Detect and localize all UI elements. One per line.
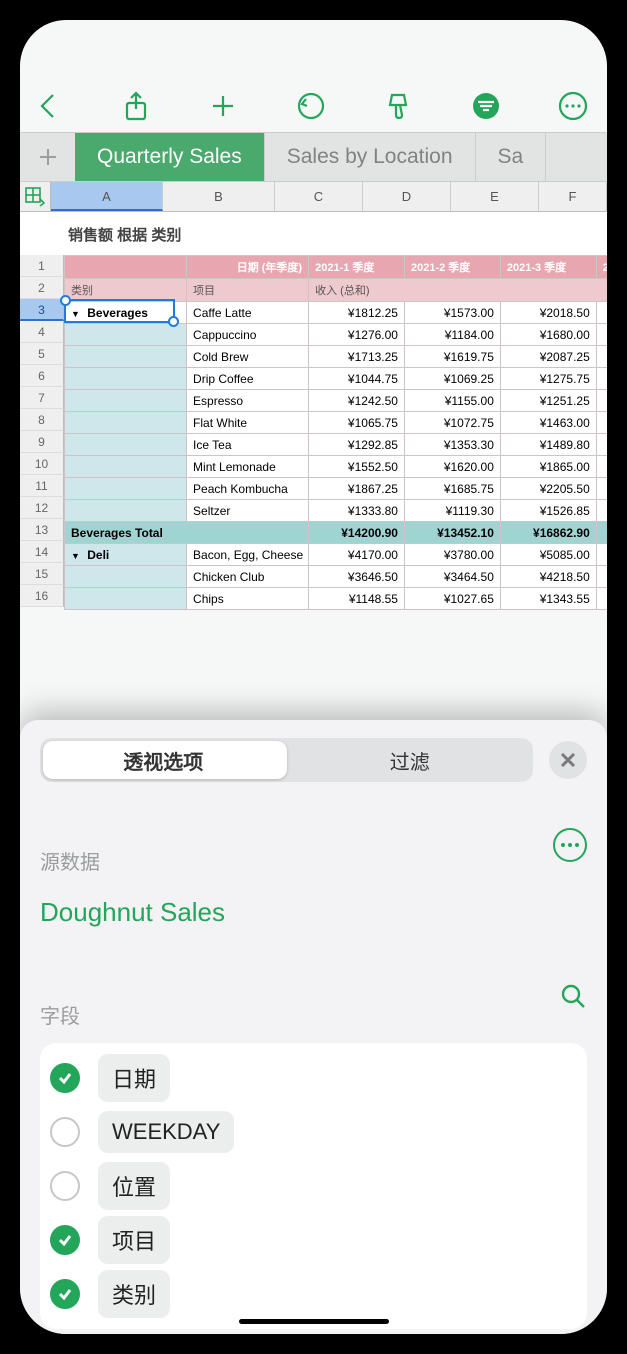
share-icon[interactable]: [114, 84, 158, 128]
seg-filter[interactable]: 过滤: [287, 738, 534, 782]
format-brush-icon[interactable]: [376, 84, 420, 128]
tab-quarterly-sales[interactable]: Quarterly Sales: [75, 133, 265, 181]
add-icon[interactable]: [201, 84, 245, 128]
toolbar: [20, 80, 607, 132]
home-indicator: [239, 1319, 389, 1324]
table-row[interactable]: Cappuccino¥1276.00¥1184.00¥1680.00¥180: [65, 324, 608, 346]
table-row[interactable]: ▼ BeveragesCaffe Latte¥1812.25¥1573.00¥2…: [65, 302, 608, 324]
fields-list: 日期 WEEKDAY 位置项目类别: [40, 1043, 587, 1329]
pivot-header-row-1: 日期 (年季度) 2021-1 季度 2021-2 季度 2021-3 季度 2…: [65, 256, 608, 279]
pivot-header-row-2: 类别 项目 收入 (总和): [65, 279, 608, 302]
sheet-tabs: Quarterly Sales Sales by Location Sa: [20, 132, 607, 182]
segmented-control[interactable]: 透视选项 过滤: [40, 738, 533, 782]
pivot-options-panel: 透视选项 过滤 源数据 Doughnut Sales 字段: [20, 720, 607, 1334]
table-total-row[interactable]: Beverages Total¥14200.90¥13452.10¥16862.…: [65, 522, 608, 544]
col-header-b[interactable]: B: [163, 182, 275, 211]
field-row[interactable]: 日期: [50, 1051, 583, 1105]
organize-icon[interactable]: [464, 84, 508, 128]
seg-pivot-options[interactable]: 透视选项: [40, 738, 287, 782]
table-corner-icon[interactable]: [20, 182, 51, 211]
col-header-d[interactable]: D: [363, 182, 451, 211]
field-label: 日期: [98, 1054, 170, 1102]
table-row[interactable]: Peach Kombucha¥1867.25¥1685.75¥2205.50¥2…: [65, 478, 608, 500]
field-checkbox[interactable]: [50, 1117, 80, 1147]
fields-label: 字段: [40, 1000, 80, 1029]
table-row[interactable]: Ice Tea¥1292.85¥1353.30¥1489.80¥206: [65, 434, 608, 456]
field-label: 类别: [98, 1270, 170, 1318]
table-row[interactable]: Chicken Club¥3646.50¥3464.50¥4218.50¥622: [65, 566, 608, 588]
pivot-title: 销售额 根据 类别: [20, 212, 607, 255]
col-header-a[interactable]: A: [51, 182, 163, 211]
tab-overflow[interactable]: Sa: [476, 133, 547, 181]
source-data-label: 源数据: [40, 846, 100, 875]
col-header-e[interactable]: E: [451, 182, 539, 211]
back-button[interactable]: [26, 84, 70, 128]
more-icon[interactable]: [551, 84, 595, 128]
table-row[interactable]: Cold Brew¥1713.25¥1619.75¥2087.25¥332: [65, 346, 608, 368]
column-headers: A B C D E F: [20, 182, 607, 212]
table-row[interactable]: Chips¥1148.55¥1027.65¥1343.55¥168: [65, 588, 608, 610]
col-header-f[interactable]: F: [539, 182, 607, 211]
status-bar: [20, 20, 607, 80]
table-row[interactable]: Espresso¥1242.50¥1155.00¥1251.25¥119: [65, 390, 608, 412]
pivot-table[interactable]: 1 2 3 4 5 6 7 8 9 10 11 12 13 14 15 16: [20, 255, 607, 635]
table-row[interactable]: Mint Lemonade¥1552.50¥1620.00¥1865.00¥26…: [65, 456, 608, 478]
table-row[interactable]: ▼ DeliBacon, Egg, Cheese¥4170.00¥3780.00…: [65, 544, 608, 566]
source-table-name[interactable]: Doughnut Sales: [40, 897, 587, 928]
col-header-c[interactable]: C: [275, 182, 363, 211]
add-sheet-button[interactable]: [20, 133, 75, 181]
field-label: WEEKDAY: [98, 1111, 234, 1153]
search-icon[interactable]: [559, 982, 587, 1015]
field-row[interactable]: 位置: [50, 1159, 583, 1213]
field-row[interactable]: WEEKDAY: [50, 1105, 583, 1159]
field-checkbox[interactable]: [50, 1063, 80, 1093]
field-row[interactable]: 类别: [50, 1267, 583, 1321]
field-checkbox[interactable]: [50, 1225, 80, 1255]
field-label: 项目: [98, 1216, 170, 1264]
tab-sales-by-location[interactable]: Sales by Location: [265, 133, 476, 181]
table-row[interactable]: Flat White¥1065.75¥1072.75¥1463.00¥192: [65, 412, 608, 434]
undo-icon[interactable]: [289, 84, 333, 128]
field-checkbox[interactable]: [50, 1171, 80, 1201]
close-icon[interactable]: [549, 741, 587, 779]
field-label: 位置: [98, 1162, 170, 1210]
table-row[interactable]: Drip Coffee¥1044.75¥1069.25¥1275.75¥154: [65, 368, 608, 390]
field-row[interactable]: 项目: [50, 1213, 583, 1267]
field-checkbox[interactable]: [50, 1279, 80, 1309]
source-more-button[interactable]: [553, 828, 587, 862]
table-row[interactable]: Seltzer¥1333.80¥1119.30¥1526.85¥209: [65, 500, 608, 522]
